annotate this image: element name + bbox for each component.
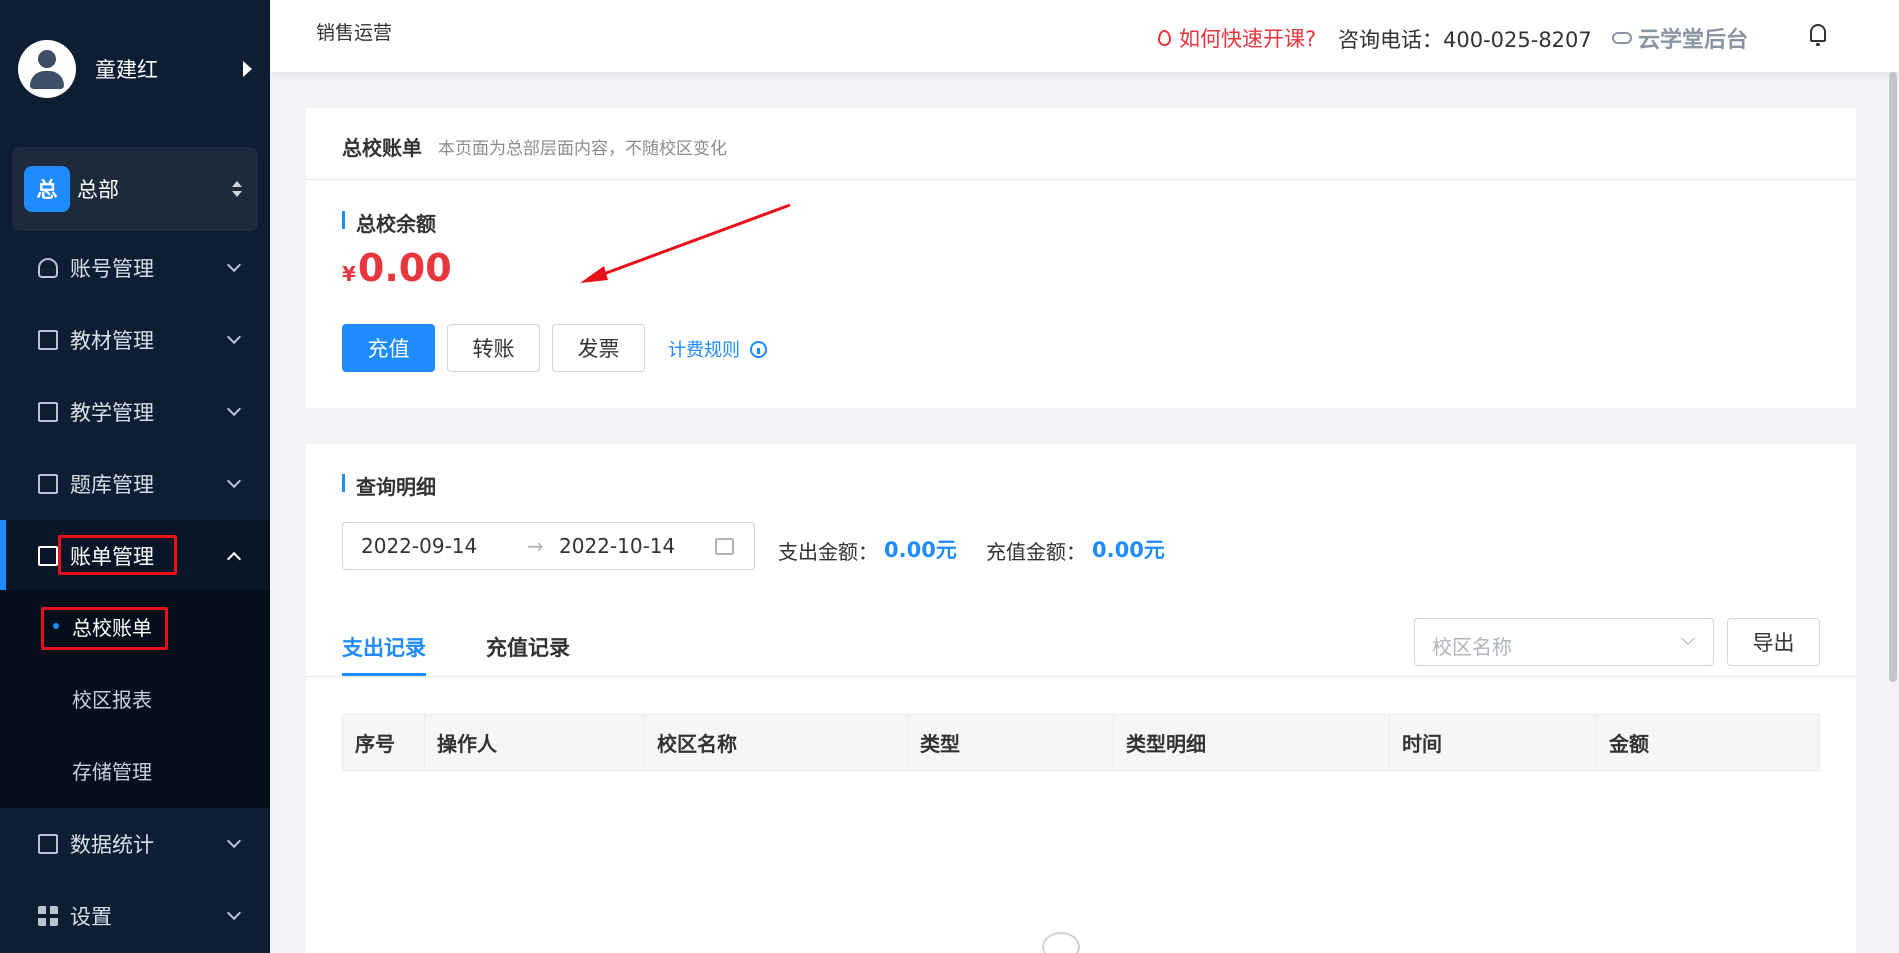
sidebar-item-label: 设置 <box>70 905 112 929</box>
bill-icon <box>38 546 58 566</box>
top-header: 销售运营 如何快速开课? 咨询电话：400-025-8207 云学堂后台 <box>270 0 1899 72</box>
tab-divider <box>306 676 1856 677</box>
org-badge: 总 <box>24 166 70 212</box>
sidebar-item-label: 题库管理 <box>70 473 154 497</box>
org-switcher[interactable]: 总 总部 <box>12 147 258 231</box>
sidebar-item-question-bank[interactable]: 题库管理 <box>0 448 270 520</box>
user-profile[interactable]: 童建红 <box>18 38 258 100</box>
sidebar-item-accounts[interactable]: 账号管理 <box>0 232 270 304</box>
start-date: 2022-09-14 <box>361 534 478 558</box>
library-icon <box>38 474 58 494</box>
column-header[interactable]: 序号 <box>343 715 425 770</box>
campus-select-placeholder: 校区名称 <box>1432 635 1512 659</box>
book-icon <box>38 330 58 350</box>
column-header[interactable]: 操作人 <box>425 715 645 770</box>
section-marker <box>342 474 345 492</box>
notebook-icon <box>38 402 58 422</box>
chevron-down-icon <box>226 833 242 849</box>
tab-expense-records[interactable]: 支出记录 <box>342 632 426 662</box>
header-title: 销售运营 <box>316 22 393 44</box>
column-header[interactable]: 类型明细 <box>1114 715 1390 770</box>
currency-symbol: ¥ <box>342 262 356 286</box>
section-marker <box>342 211 345 229</box>
page-title: 总校账单 <box>342 136 422 160</box>
submenu-item-label: 存储管理 <box>72 759 152 784</box>
query-section-title: 查询明细 <box>356 475 436 499</box>
sidebar-item-textbooks[interactable]: 教材管理 <box>0 304 270 376</box>
calendar-icon <box>715 538 734 555</box>
highlight-box <box>58 535 177 575</box>
caret-right-icon[interactable] <box>243 61 252 77</box>
quick-start-link[interactable]: 如何快速开课? <box>1158 23 1316 53</box>
recharge-total-value: 0.00元 <box>1092 538 1165 562</box>
balance-section-title: 总校余额 <box>356 212 436 236</box>
submenu-item-label: 校区报表 <box>72 687 152 712</box>
sidebar-item-teaching[interactable]: 教学管理 <box>0 376 270 448</box>
user-name: 童建红 <box>95 58 158 82</box>
flame-icon <box>1158 30 1171 46</box>
expense-total-label: 支出金额： <box>778 540 878 564</box>
grid-icon <box>38 906 58 926</box>
sidebar-item-settings[interactable]: 设置 <box>0 880 270 952</box>
sort-icon <box>232 181 242 197</box>
expense-total-value: 0.00元 <box>884 538 957 562</box>
chart-icon <box>38 834 58 854</box>
billing-rules-link[interactable]: 计费规则 <box>668 336 767 362</box>
quick-start-label: 如何快速开课? <box>1179 27 1317 51</box>
bell-icon[interactable] <box>1810 24 1826 46</box>
export-button[interactable]: 导出 <box>1727 618 1820 666</box>
sidebar-item-label: 数据统计 <box>70 833 154 857</box>
chevron-down-icon <box>226 473 242 489</box>
date-range-picker[interactable]: 2022-09-14 → 2022-10-14 <box>342 522 755 570</box>
balance-panel: 总校账单 本页面为总部层面内容，不随校区变化 总校余额 ¥ 0.00 充值 转账… <box>306 108 1856 408</box>
page-description: 本页面为总部层面内容，不随校区变化 <box>438 139 727 159</box>
end-date: 2022-10-14 <box>559 534 676 558</box>
brand-label: 云学堂后台 <box>1638 28 1749 53</box>
column-header[interactable]: 金额 <box>1597 715 1819 770</box>
cloud-icon <box>1612 32 1632 44</box>
balance-value: 0.00 <box>357 246 452 290</box>
brand-logo[interactable]: 云学堂后台 <box>1612 22 1748 54</box>
submenu-item-storage[interactable]: 存储管理 <box>0 734 270 806</box>
chevron-down-icon <box>226 401 242 417</box>
empty-state-icon <box>1042 932 1080 953</box>
page-header: 总校账单 本页面为总部层面内容，不随校区变化 <box>306 108 1856 180</box>
chevron-up-icon <box>226 551 242 567</box>
sidebar-item-statistics[interactable]: 数据统计 <box>0 808 270 880</box>
phone-info: 咨询电话：400-025-8207 <box>1338 28 1592 52</box>
submenu-item-campus-report[interactable]: 校区报表 <box>0 662 270 734</box>
recharge-total-label: 充值金额： <box>986 540 1086 564</box>
user-icon <box>38 258 58 278</box>
chevron-down-icon <box>226 257 242 273</box>
chevron-down-icon <box>1680 630 1696 646</box>
column-header[interactable]: 类型 <box>908 715 1114 770</box>
avatar <box>18 40 76 98</box>
info-icon <box>750 340 767 358</box>
sidebar-item-label: 账号管理 <box>70 257 154 281</box>
scrollbar[interactable] <box>1889 72 1897 682</box>
chevron-down-icon <box>226 905 242 921</box>
column-header[interactable]: 校区名称 <box>645 715 908 770</box>
sidebar-item-label: 教材管理 <box>70 329 154 353</box>
campus-select[interactable]: 校区名称 <box>1414 618 1714 666</box>
highlight-box <box>41 607 168 650</box>
range-separator: → <box>527 534 544 558</box>
sidebar: 童建红 总 总部 账号管理 教材管理 教学管理 题库管理 账单管理 总校账单 校… <box>0 0 270 953</box>
query-panel: 查询明细 2022-09-14 → 2022-10-14 支出金额： 0.00元… <box>306 444 1856 953</box>
table-header: 序号 操作人 校区名称 类型 类型明细 时间 金额 <box>342 714 1820 771</box>
chevron-down-icon <box>226 329 242 345</box>
sidebar-item-label: 教学管理 <box>70 401 154 425</box>
invoice-button[interactable]: 发票 <box>552 324 645 372</box>
transfer-button[interactable]: 转账 <box>447 324 540 372</box>
recharge-button[interactable]: 充值 <box>342 324 435 372</box>
org-name: 总部 <box>77 178 119 202</box>
billing-rules-label: 计费规则 <box>668 340 740 361</box>
tab-recharge-records[interactable]: 充值记录 <box>486 632 570 662</box>
balance-amount: ¥ 0.00 <box>342 246 452 290</box>
column-header[interactable]: 时间 <box>1390 715 1597 770</box>
